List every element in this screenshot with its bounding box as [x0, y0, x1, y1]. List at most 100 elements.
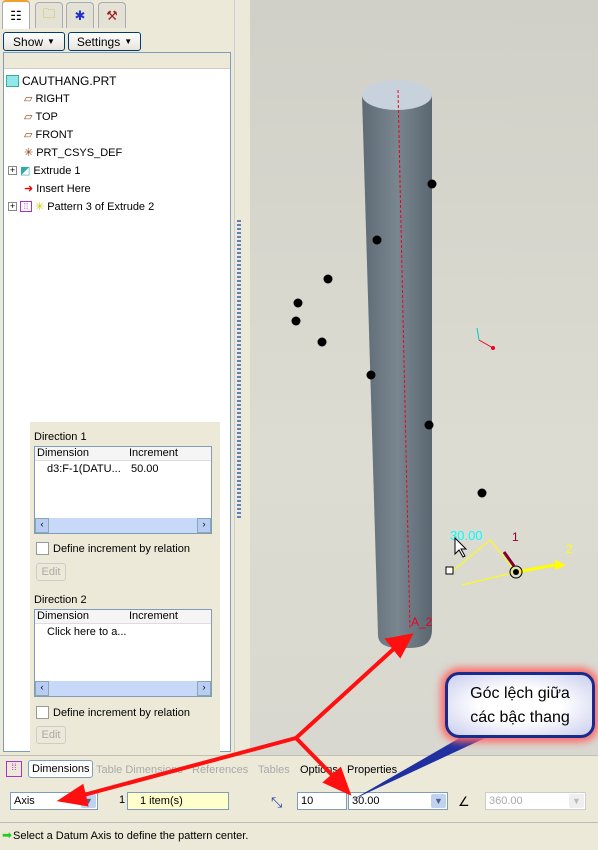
scroll-left-icon[interactable]: ‹ — [35, 681, 49, 696]
pattern-type-select[interactable]: Axis ▼ — [10, 792, 98, 810]
direction2-label: 2 — [566, 542, 573, 556]
tree-item-pattern[interactable]: + ⁞⁞ ✳ Pattern 3 of Extrude 2 — [8, 198, 154, 215]
callout-line1: Góc lệch giữa — [470, 685, 570, 702]
callout-bubble: Góc lệch giữa các bậc thang — [445, 672, 595, 738]
extrude-icon: ◩ — [20, 165, 31, 177]
pattern-member-marker[interactable] — [477, 488, 487, 498]
tree-item-top[interactable]: ▱ TOP — [24, 108, 58, 125]
axis-collector[interactable]: 1 item(s) — [127, 792, 229, 810]
checkbox-label: Define increment by relation — [53, 707, 190, 719]
angle-value: 30.00 — [352, 795, 380, 807]
tree-item-csys[interactable]: ✳ PRT_CSYS_DEF — [24, 144, 122, 161]
pattern-member-marker[interactable] — [323, 274, 333, 284]
table-row[interactable]: d3:F-1(DATU... 50.00 — [35, 461, 211, 477]
scroll-right-icon[interactable]: › — [197, 518, 211, 533]
pattern-member-marker[interactable] — [427, 179, 437, 189]
tab-model-tree[interactable]: ☷ — [2, 0, 30, 29]
chevron-down-icon: ▼ — [569, 794, 584, 808]
tree-item-label: TOP — [35, 110, 58, 123]
add-dimension-row[interactable]: Click here to a... — [35, 624, 211, 640]
tree-item-label: Insert Here — [36, 182, 91, 195]
chevron-down-icon[interactable]: ▼ — [81, 794, 96, 808]
tab-properties[interactable]: Properties — [347, 764, 397, 776]
settings-button[interactable]: Settings ▼ — [68, 32, 141, 51]
pattern-member-marker[interactable] — [372, 235, 382, 245]
direction1-title: Direction 1 — [34, 431, 87, 443]
tree-item-extrude1[interactable]: + ◩ Extrude 1 — [8, 162, 81, 179]
tab-options[interactable]: Options — [300, 764, 338, 776]
panel-splitter[interactable] — [234, 0, 250, 755]
tab-tools[interactable]: ⚒ — [98, 2, 126, 28]
direction2-table[interactable]: Dimension Increment Click here to a... ‹ › — [34, 609, 212, 697]
expand-icon[interactable]: + — [8, 202, 17, 211]
callout-line2: các bậc thang — [470, 709, 570, 726]
scroll-right-icon[interactable]: › — [197, 681, 211, 696]
horizontal-scrollbar[interactable]: ‹ › — [35, 518, 211, 533]
define-increment-checkbox-1[interactable] — [36, 542, 49, 555]
edit-button-2[interactable]: Edit — [36, 726, 66, 744]
prompt-arrow-icon: ➡ — [2, 828, 13, 842]
column-dimension: Dimension — [37, 610, 89, 622]
tab-references[interactable]: References — [192, 764, 248, 776]
flip-direction-icon[interactable]: ⤡ — [271, 794, 282, 811]
coordinate-system-icon: ✳ — [24, 147, 34, 159]
cylinder[interactable] — [362, 80, 432, 648]
datum-plane-icon: ▱ — [24, 111, 33, 123]
tab-favorites[interactable]: ✱ — [66, 2, 94, 28]
show-label: Show — [13, 34, 44, 49]
tab-dimensions[interactable]: Dimensions — [28, 760, 94, 778]
angle-increment-input[interactable]: 30.00 ▼ — [348, 792, 448, 810]
datum-plane-icon: ▱ — [24, 93, 33, 105]
show-button[interactable]: Show ▼ — [3, 32, 65, 51]
column-increment: Increment — [129, 447, 178, 459]
dimension-cell: d3:F-1(DATU... — [47, 463, 121, 475]
increment-cell[interactable]: 50.00 — [127, 463, 159, 475]
dimensions-panel: Direction 1 Dimension Increment d3:F-1(DA… — [30, 422, 220, 752]
expand-icon[interactable]: + — [8, 166, 17, 175]
define-increment-checkbox-2[interactable] — [36, 706, 49, 719]
scroll-left-icon[interactable]: ‹ — [35, 518, 49, 533]
insert-arrow-icon: ➜ — [24, 183, 34, 195]
tree-root[interactable]: CAUTHANG.PRT — [6, 72, 116, 89]
column-increment: Increment — [129, 610, 178, 622]
favorites-folder-icon: ✱ — [74, 7, 86, 23]
direction2-title: Direction 2 — [34, 594, 87, 606]
pattern-member-marker[interactable] — [366, 370, 376, 380]
tab-table-dimensions[interactable]: Table Dimensions — [96, 764, 183, 776]
angular-extent-icon[interactable]: ∠ — [458, 794, 470, 810]
navigator-panel: ☷ 🗀 ✱ ⚒ Show ▼ Settings ▼ CAUTHANG.PRT ▱ RI… — [0, 0, 234, 755]
pattern-member-marker[interactable] — [291, 316, 301, 326]
reference-count: 1 — [119, 794, 126, 806]
pattern-member-marker[interactable] — [317, 337, 327, 347]
extent-value: 360.00 — [489, 795, 523, 807]
tree-item-label: Extrude 1 — [33, 164, 81, 177]
graphics-viewport[interactable]: A_2 30.00 1 2 — [250, 0, 598, 755]
dropdown-arrow-icon: ▼ — [124, 37, 133, 46]
datum-plane-icon: ▱ — [24, 129, 33, 141]
tree-item-insert-here[interactable]: ➜ Insert Here — [24, 180, 91, 197]
dropdown-arrow-icon: ▼ — [47, 37, 55, 46]
model-view[interactable]: A_2 30.00 1 2 — [250, 0, 598, 755]
member-count-input[interactable]: 10 — [297, 792, 347, 810]
pattern-type-value: Axis — [14, 795, 35, 807]
direction1-label: 1 — [512, 530, 519, 544]
edit-button-1[interactable]: Edit — [36, 563, 66, 581]
column-dimension: Dimension — [37, 447, 89, 459]
axis-label[interactable]: A_2 — [411, 615, 433, 629]
angular-extent-input: 360.00 ▼ — [485, 792, 586, 810]
tab-folder-browser[interactable]: 🗀 — [35, 2, 63, 28]
checkbox-label: Define increment by relation — [53, 543, 190, 555]
horizontal-scrollbar[interactable]: ‹ › — [35, 681, 211, 696]
status-message: Select a Datum Axis to define the patter… — [13, 830, 249, 842]
tree-item-right[interactable]: ▱ RIGHT — [24, 90, 70, 107]
tab-tables[interactable]: Tables — [258, 764, 290, 776]
new-feature-icon: ✳ — [35, 201, 45, 213]
pattern-member-marker[interactable] — [424, 420, 434, 430]
angle-dimension[interactable]: 30.00 1 2 — [445, 528, 573, 586]
direction1-table[interactable]: Dimension Increment d3:F-1(DATU... 50.00 ‹… — [34, 446, 212, 534]
pattern-member-marker[interactable] — [293, 298, 303, 308]
tree-item-front[interactable]: ▱ FRONT — [24, 126, 73, 143]
chevron-down-icon[interactable]: ▼ — [431, 794, 446, 808]
tree-item-label: RIGHT — [35, 92, 70, 105]
tree-header — [4, 53, 230, 69]
